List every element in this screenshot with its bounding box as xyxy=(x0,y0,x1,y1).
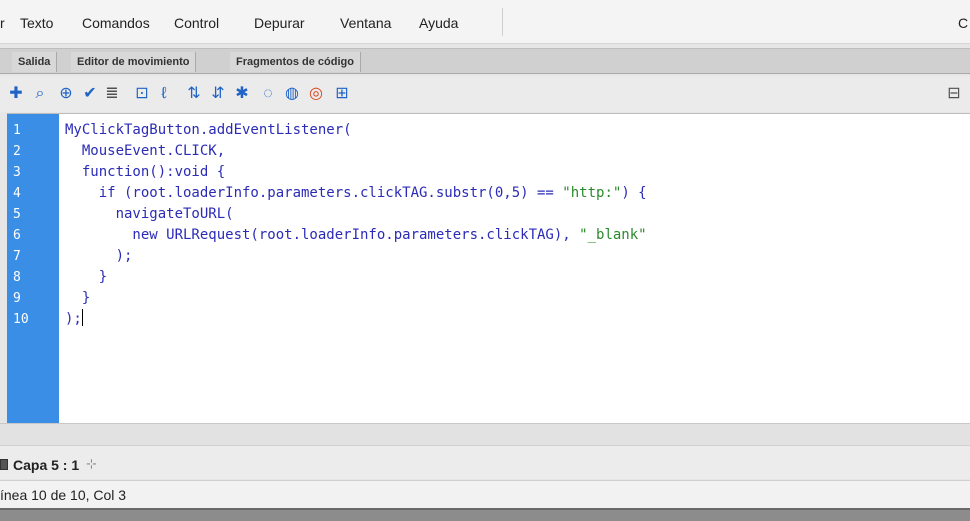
line-number: 9 xyxy=(13,291,21,306)
code-line: function():void { xyxy=(65,164,226,180)
code-line: MyClickTagButton.addEventListener( xyxy=(65,122,352,138)
menu-item-partial[interactable]: r xyxy=(0,15,5,31)
remove-comment-icon[interactable]: ◎ xyxy=(306,84,326,104)
tab-editor-de-movimiento[interactable]: Editor de movimiento xyxy=(71,52,197,72)
line-number: 4 xyxy=(13,186,21,201)
wrap-icon[interactable]: ⊞ xyxy=(332,84,352,104)
code-editor[interactable]: 1 2 3 4 5 6 7 8 9 10 MyClickTagButton.ad… xyxy=(7,113,970,424)
bottom-window-edge xyxy=(0,508,970,521)
check-syntax-icon[interactable]: ✔ xyxy=(80,84,100,104)
line-number: 7 xyxy=(13,249,21,264)
menu-bar: r Texto Comandos Control Depurar Ventana… xyxy=(0,0,970,44)
code-hint-icon[interactable]: ⊡ xyxy=(132,84,152,104)
collapse-selection-icon[interactable]: ⇵ xyxy=(208,84,228,104)
tab-fragmentos-de-codigo[interactable]: Fragmentos de código xyxy=(230,52,361,72)
menu-ventana[interactable]: Ventana xyxy=(340,15,391,31)
code-line: } xyxy=(65,269,108,285)
code-line: if (root.loaderInfo.parameters.clickTAG.… xyxy=(65,185,647,201)
layer-icon xyxy=(0,459,8,470)
line-number: 1 xyxy=(13,123,21,138)
code-line: MouseEvent.CLICK, xyxy=(65,143,226,159)
status-bar: ínea 10 de 10, Col 3 xyxy=(0,480,970,508)
actions-toolbar: ✚ ⌕ ⊕ ✔ ≣ ⊡ ℓ ⇅ ⇵ ✱ ◌ ◍ ◎ ⊞ ⊟ xyxy=(0,76,970,112)
line-number: 2 xyxy=(13,144,21,159)
code-line: ); xyxy=(65,248,133,264)
panel-tab-bar: Salida Editor de movimiento Fragmentos d… xyxy=(0,48,970,74)
line-number: 10 xyxy=(13,312,29,327)
line-number: 3 xyxy=(13,165,21,180)
collapse-between-icon[interactable]: ⇅ xyxy=(184,84,204,104)
add-item-icon[interactable]: ✚ xyxy=(6,84,26,104)
help-icon[interactable]: ⊟ xyxy=(944,84,964,104)
layer-frame-bar: Capa 5 : 1 ⊹ xyxy=(0,445,970,479)
menu-ayuda[interactable]: Ayuda xyxy=(419,15,458,31)
menu-right-partial[interactable]: C xyxy=(958,15,968,31)
line-number-gutter: 1 2 3 4 5 6 7 8 9 10 xyxy=(7,114,59,424)
target-icon[interactable]: ⊕ xyxy=(56,84,76,104)
code-line: } xyxy=(65,290,91,306)
editor-bottom-spacer xyxy=(0,423,970,445)
text-cursor xyxy=(81,309,83,326)
tab-salida[interactable]: Salida xyxy=(12,52,58,72)
line-number: 8 xyxy=(13,270,21,285)
cursor-position-status: ínea 10 de 10, Col 3 xyxy=(0,487,127,503)
menu-divider xyxy=(502,8,503,36)
code-line-text: ); xyxy=(65,311,82,327)
layer-frame-label[interactable]: Capa 5 : 1 xyxy=(13,457,79,473)
line-number: 6 xyxy=(13,228,21,243)
code-line: navigateToURL( xyxy=(65,206,234,222)
find-icon[interactable]: ⌕ xyxy=(30,84,50,104)
menu-texto[interactable]: Texto xyxy=(20,15,53,31)
menu-depurar[interactable]: Depurar xyxy=(254,15,305,31)
code-line: new URLRequest(root.loaderInfo.parameter… xyxy=(65,227,647,243)
menu-comandos[interactable]: Comandos xyxy=(82,15,150,31)
apply-line-comment-icon[interactable]: ◍ xyxy=(282,84,302,104)
menu-control[interactable]: Control xyxy=(174,15,219,31)
code-line-with-cursor: ); xyxy=(65,309,83,330)
expand-all-icon[interactable]: ✱ xyxy=(232,84,252,104)
auto-format-icon[interactable]: ≣ xyxy=(102,84,122,104)
apply-block-comment-icon[interactable]: ◌ xyxy=(258,84,278,104)
pin-script-icon[interactable]: ⊹ xyxy=(86,456,97,472)
line-number: 5 xyxy=(13,207,21,222)
debug-icon[interactable]: ℓ xyxy=(154,84,174,104)
